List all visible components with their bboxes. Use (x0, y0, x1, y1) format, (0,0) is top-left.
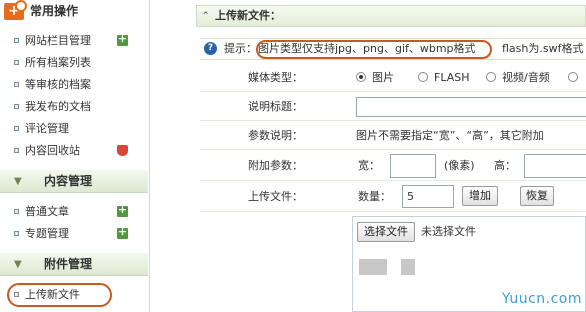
sidebar-item-label: 所有档案列表 (25, 56, 91, 69)
sidebar-item-comments[interactable]: 评论管理 (14, 119, 69, 139)
choose-file-button[interactable]: 选择文件 (357, 222, 415, 242)
bullet-icon (14, 59, 19, 65)
reset-button[interactable]: 恢复 (520, 186, 554, 206)
bullet-icon (14, 103, 19, 109)
bullet-icon (14, 37, 19, 43)
radio-icon (486, 72, 496, 82)
group-title: 附件管理 (44, 257, 93, 271)
group-header-content[interactable]: ▼ 内容管理 (0, 170, 148, 193)
extra-params-row: 附加参数： 宽： (像素) 高： (200, 151, 586, 181)
field-label: 参数说明： (248, 129, 303, 142)
sidebar-item-all-archives[interactable]: 所有档案列表 (14, 53, 91, 73)
group-title: 常用操作 (30, 4, 79, 18)
bullet-icon (14, 125, 19, 131)
height-input[interactable] (524, 154, 586, 178)
bullet-icon (14, 208, 19, 214)
sidebar-item-recycle-bin[interactable]: 内容回收站 (14, 141, 80, 161)
watermark: Yuucn.com (501, 291, 582, 307)
radio-image[interactable]: 图片 (356, 64, 394, 92)
param-desc-text: 图片不需要指定“宽”、“高”，其它附加 (356, 129, 544, 142)
bullet-icon (14, 147, 19, 153)
upload-files-row: 上传文件： 数量： 5 增加 恢复 (200, 182, 586, 212)
group-header-attachments[interactable]: ▼ 附件管理 (0, 253, 148, 276)
title-input[interactable] (356, 97, 586, 117)
param-desc-row: 参数说明： 图片不需要指定“宽”、“高”，其它附加 (200, 122, 586, 150)
sidebar-item-column-manage[interactable]: 网站栏目管理 (14, 31, 91, 51)
chevron-down-icon: ▼ (14, 176, 22, 187)
height-label: 高： (494, 159, 516, 172)
bullet-icon (14, 81, 19, 87)
blurred-content (401, 259, 415, 275)
add-icon[interactable] (117, 32, 128, 46)
radio-label: FLASH (434, 71, 470, 84)
sidebar-item-label: 专题管理 (25, 227, 69, 240)
bullet-icon (14, 230, 19, 236)
tip-suffix: flash为.swf格式 (502, 42, 584, 55)
double-chevron-up-icon: ⌃ (202, 11, 210, 21)
field-label: 上传文件： (248, 190, 303, 203)
group-title: 内容管理 (44, 174, 93, 188)
sidebar-item-label: 网站栏目管理 (25, 34, 91, 47)
sidebar-item-my-documents[interactable]: 我发布的文档 (14, 97, 91, 117)
highlight-oval (256, 40, 492, 59)
group-header-common[interactable]: 常用操作 (0, 0, 148, 23)
radio-label: 视频/音频 (502, 71, 550, 84)
sidebar-item-pending-review[interactable]: 等审核的档案 (14, 75, 91, 95)
add-icon[interactable] (117, 203, 128, 217)
section-header: ⌃ 上传新文件： (196, 5, 586, 27)
radio-flash[interactable]: FLASH (418, 64, 470, 92)
sidebar-item-label: 我发布的文档 (25, 100, 91, 113)
highlight-oval (7, 283, 112, 307)
tip-row: ? 提示： 图片类型仅支持jpg、png、gif、wbmp格式 flash为.s… (200, 38, 586, 60)
add-button[interactable]: 增加 (462, 186, 498, 206)
count-input[interactable]: 5 (402, 185, 454, 208)
sidebar-item-label: 内容回收站 (25, 144, 80, 157)
width-unit: (像素) (444, 159, 475, 172)
width-label: 宽： (358, 159, 380, 172)
chevron-down-icon: ▼ (14, 259, 22, 270)
sidebar-item-topics[interactable]: 专题管理 (14, 224, 69, 244)
radio-selected-icon (356, 72, 366, 82)
sidebar-item-label: 普通文章 (25, 205, 69, 218)
width-input[interactable] (390, 154, 436, 178)
radio-icon (568, 72, 578, 82)
sidebar-item-label: 评论管理 (25, 122, 69, 135)
shield-icon[interactable] (117, 145, 128, 156)
main-panel: ⌃ 上传新文件： ? 提示： 图片类型仅支持jpg、png、gif、wbmp格式… (196, 0, 586, 312)
info-icon: ? (204, 42, 217, 55)
sidebar-item-articles[interactable]: 普通文章 (14, 202, 69, 222)
radio-icon (418, 72, 428, 82)
file-status: 未选择文件 (421, 225, 476, 238)
radio-more[interactable] (568, 64, 584, 92)
media-type-row: 媒体类型： 图片 FLASH 视频/音频 (200, 64, 586, 92)
page-title: 上传新文件： (215, 9, 281, 22)
field-label: 媒体类型： (248, 71, 303, 84)
count-label: 数量： (358, 190, 391, 203)
title-row: 说明标题： (200, 93, 586, 121)
blurred-content (359, 259, 387, 275)
field-label: 附加参数： (248, 159, 303, 172)
radio-label: 图片 (372, 71, 394, 84)
radio-video-audio[interactable]: 视频/音频 (486, 64, 550, 92)
add-icon[interactable] (117, 225, 128, 239)
sidebar: + 常用操作 网站栏目管理 所有档案列表 等审核的档案 我发布的文档 评论管理 … (0, 0, 150, 312)
sidebar-item-label: 等审核的档案 (25, 78, 91, 91)
tip-prefix: 提示： (224, 42, 257, 55)
field-label: 说明标题： (248, 100, 303, 113)
